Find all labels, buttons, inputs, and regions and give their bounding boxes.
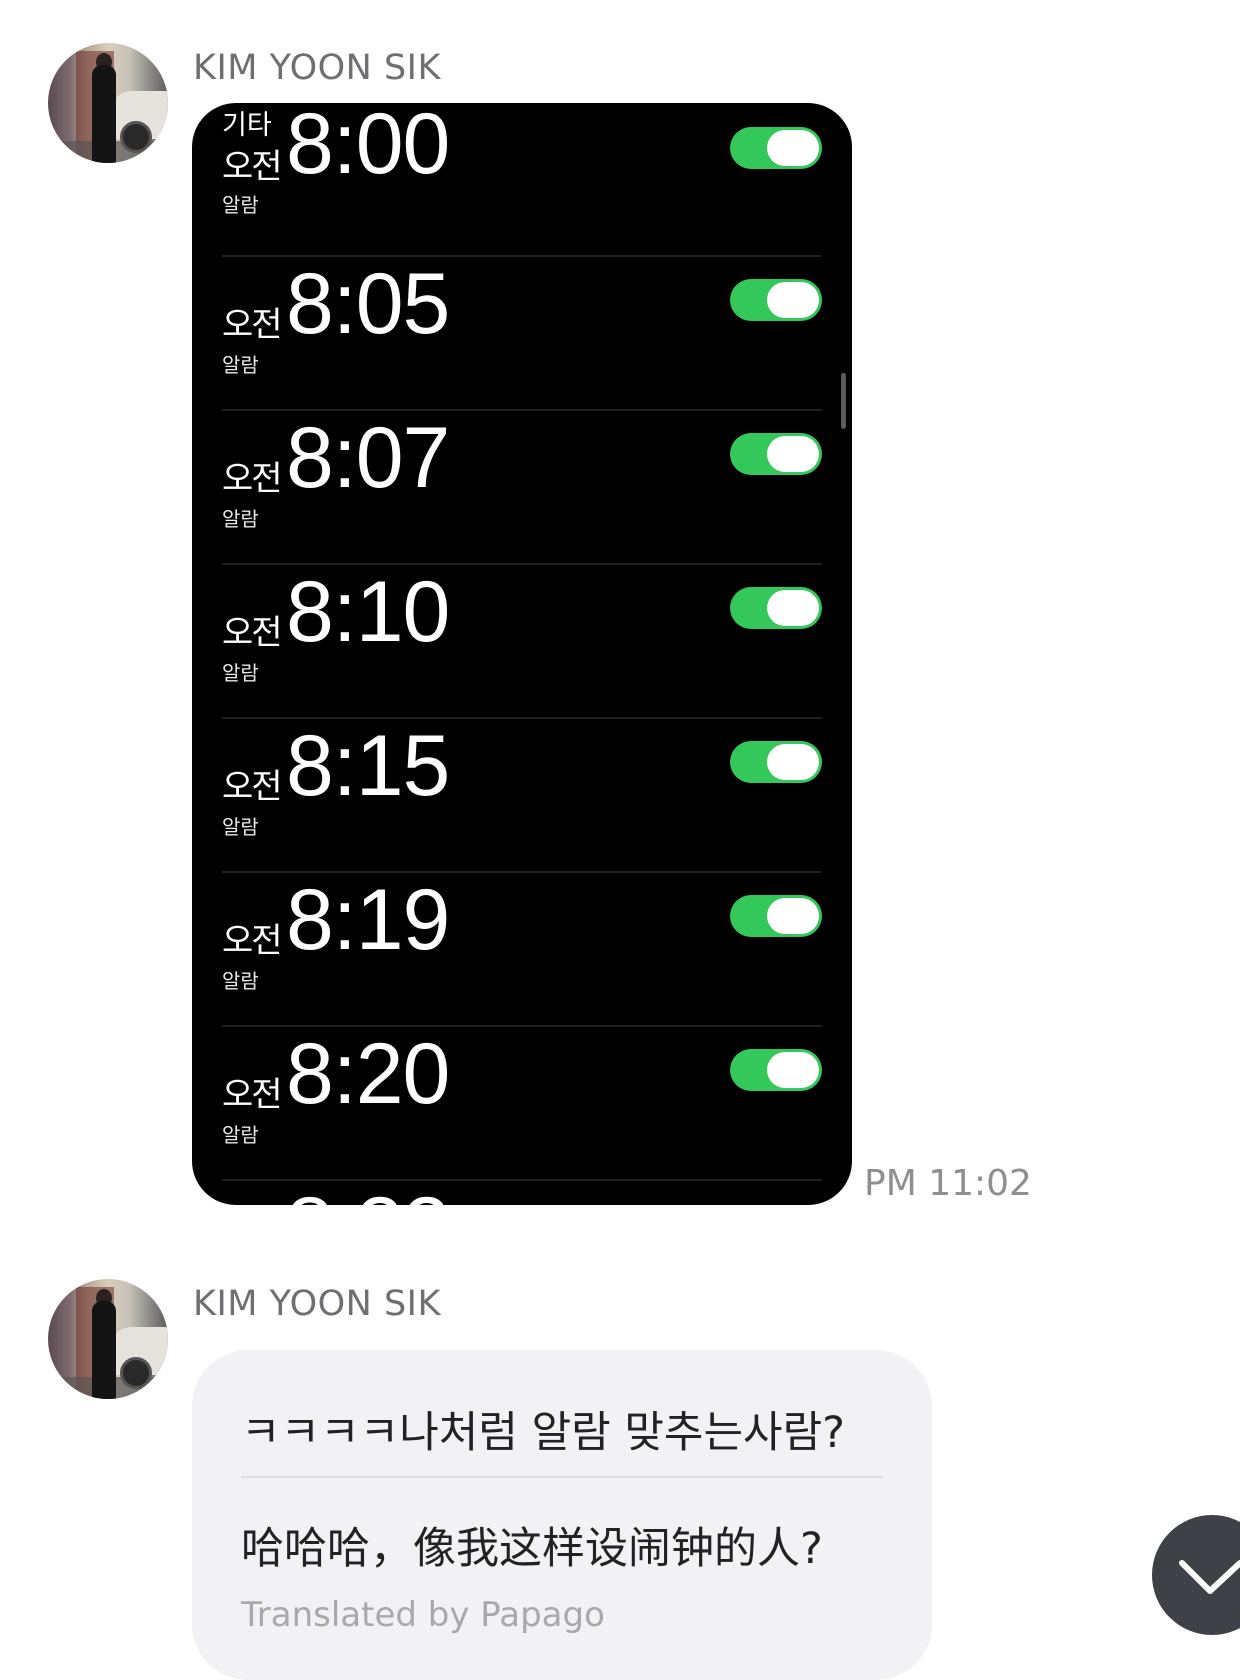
- sender-name: KIM YOON SIK: [193, 48, 441, 88]
- alarm-time: 8:10: [286, 564, 450, 660]
- alarm-toggle: [730, 279, 822, 321]
- alarm-screenshot-image[interactable]: 기타 오전 8:00 알람 오전 8:05 알람 오전 8:07 알람 오전 8…: [192, 103, 852, 1205]
- alarm-ampm: 오전: [222, 921, 283, 961]
- alarm-ampm: 오전: [222, 147, 283, 187]
- alarm-ampm: 오전: [222, 459, 283, 499]
- alarm-label: 알람: [222, 353, 259, 377]
- alarm-toggle: [730, 1049, 822, 1091]
- avatar[interactable]: [48, 43, 168, 163]
- sender-name: KIM YOON SIK: [193, 1284, 441, 1324]
- divider: [241, 1476, 883, 1478]
- alarm-row: 오전 8:19 알람: [222, 872, 822, 1027]
- scroll-down-button[interactable]: [1152, 1515, 1240, 1635]
- alarm-toggle: [730, 433, 822, 475]
- alarm-time: 8:00: [286, 103, 450, 192]
- alarm-label: 알람: [222, 507, 259, 531]
- message-bubble[interactable]: ㅋㅋㅋㅋ나처럼 알람 맞추는사람? 哈哈哈，像我这样设闹钟的人? Transla…: [192, 1350, 932, 1680]
- alarm-row: 오전 8:05 알람: [222, 256, 822, 411]
- alarm-label: 알람: [222, 193, 259, 217]
- alarm-row: 기타 오전 8:00 알람: [222, 103, 822, 257]
- alarm-toggle: [730, 587, 822, 629]
- alarm-row: 8:22: [222, 1179, 822, 1205]
- alarm-toggle: [730, 741, 822, 783]
- message-translation: 哈哈哈，像我这样设闹钟的人?: [241, 1524, 823, 1574]
- alarm-ampm: 오전: [222, 1075, 283, 1115]
- alarm-time: 8:07: [286, 410, 450, 506]
- chevron-down-icon: [1179, 1560, 1240, 1594]
- alarm-time: 8:05: [286, 256, 450, 352]
- alarm-toggle: [730, 895, 822, 937]
- alarm-label: 알람: [222, 661, 259, 685]
- alarm-row: 오전 8:20 알람: [222, 1026, 822, 1181]
- alarm-label: 알람: [222, 969, 259, 993]
- alarm-row: 오전 8:07 알람: [222, 410, 822, 565]
- alarm-toggle: [730, 127, 822, 169]
- alarm-time: 8:19: [286, 872, 450, 968]
- alarm-label: 알람: [222, 1123, 259, 1147]
- alarm-ampm: 오전: [222, 767, 283, 807]
- translation-credit: Translated by Papago: [241, 1595, 605, 1635]
- alarm-row: 오전 8:15 알람: [222, 718, 822, 873]
- alarm-ampm: 오전: [222, 305, 283, 345]
- alarm-ampm: 오전: [222, 613, 283, 653]
- message-text: ㅋㅋㅋㅋ나처럼 알람 맞추는사람?: [241, 1408, 845, 1458]
- scroll-indicator: [841, 373, 846, 429]
- alarm-label: 알람: [222, 815, 259, 839]
- alarm-time: 8:20: [286, 1026, 450, 1122]
- alarm-category: 기타: [222, 110, 272, 141]
- alarm-time: 8:15: [286, 718, 450, 814]
- avatar[interactable]: [48, 1279, 168, 1399]
- message-timestamp: PM 11:02: [864, 1163, 1032, 1204]
- alarm-time: 8:22: [286, 1179, 450, 1205]
- alarm-row: 오전 8:10 알람: [222, 564, 822, 719]
